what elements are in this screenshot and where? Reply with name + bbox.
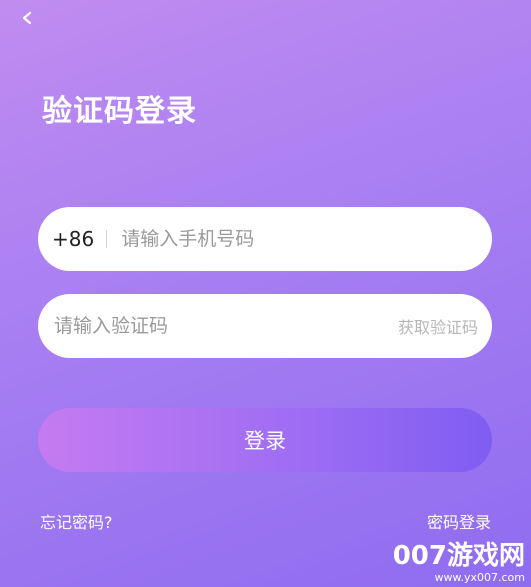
password-login-link[interactable]: 密码登录 [427,509,491,533]
get-code-button[interactable]: 获取验证码 [398,314,478,338]
login-button[interactable]: 登录 [38,408,492,472]
forgot-password-link[interactable]: 忘记密码? [40,509,113,533]
chevron-left-icon [21,10,33,29]
field-divider [106,230,108,248]
watermark-logo: 007游戏网 [392,541,525,571]
page-title: 验证码登录 [42,94,197,129]
phone-field[interactable]: +86 [38,207,492,271]
verification-code-input[interactable] [52,314,398,338]
phone-input[interactable] [119,227,492,251]
code-field[interactable]: 获取验证码 [38,294,492,358]
country-code[interactable]: +86 [52,227,94,251]
back-button[interactable] [16,8,38,30]
watermark: 007游戏网 www.yx007.com [393,541,525,585]
watermark-url: www.yx007.com [434,571,525,584]
